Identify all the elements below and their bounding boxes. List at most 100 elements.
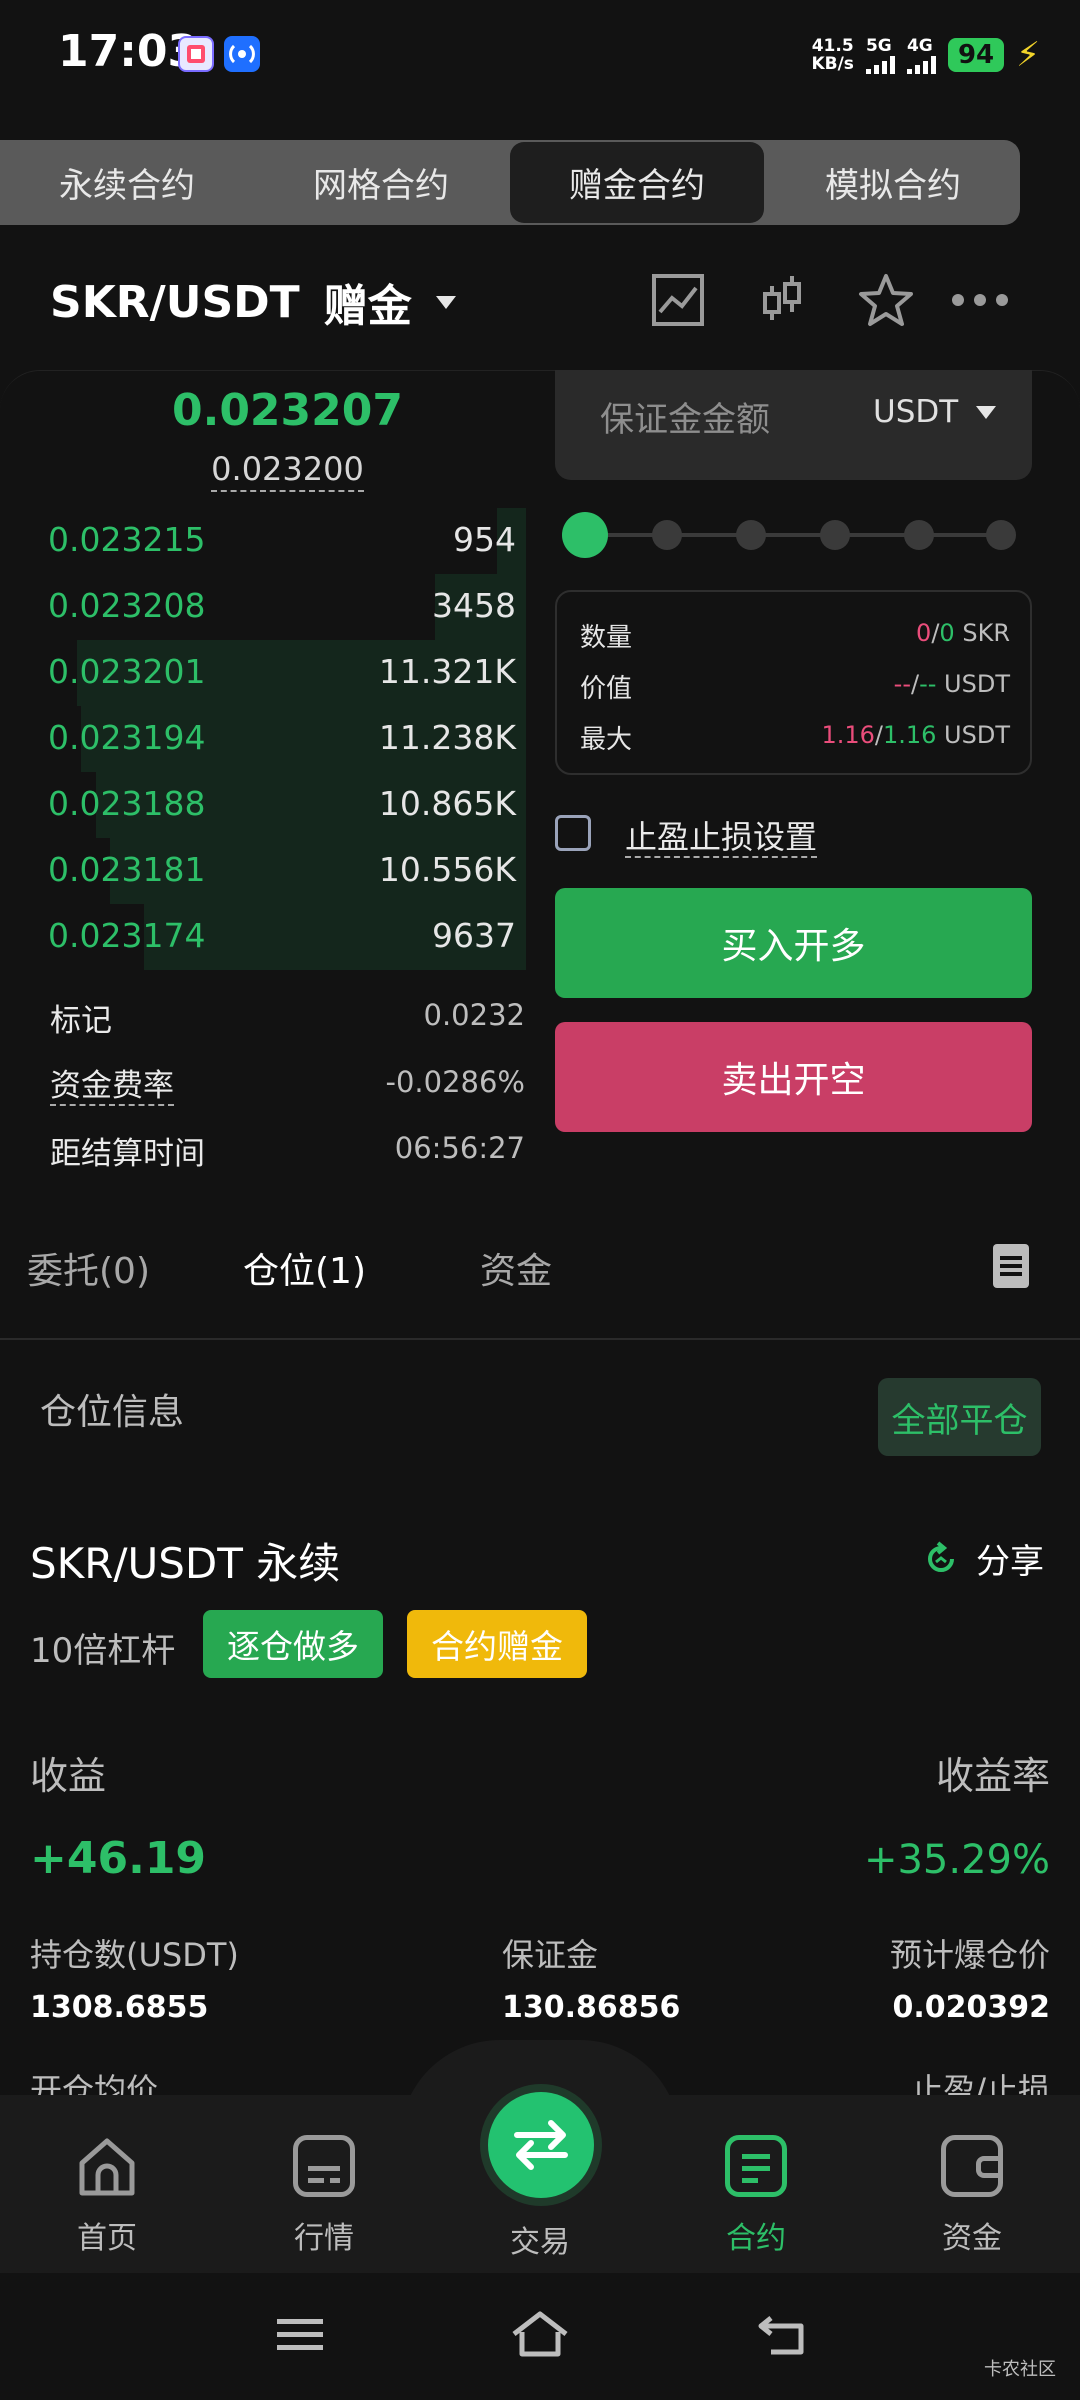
slider-step[interactable] [736,520,766,550]
liquidation-price-value: 0.020392 [892,1990,1050,2025]
signal-5g-icon: 5G [865,36,895,74]
liquidation-price-label: 预计爆仓价 [889,1936,1050,1974]
mark-price-label: 标记 [50,1003,112,1039]
book-price: 0.023208 [48,586,206,625]
slider-step[interactable] [904,520,934,550]
book-price: 0.023181 [48,850,206,889]
leverage-slider-track[interactable] [585,533,1005,537]
position-info-label: 仓位信息 [40,1392,185,1433]
leverage-label: 10倍杠杆 [30,1631,176,1671]
margin-placeholder: 保证金金额 [600,400,770,440]
order-book-row[interactable]: 0.023194 11.238K [48,706,526,772]
charging-icon: ⚡ [1016,35,1040,75]
settlement-time-value: 06:56:27 [394,1131,525,1165]
candlestick-icon[interactable] [752,270,812,330]
position-title: SKR/USDT 永续 [30,1539,341,1588]
share-icon [928,1540,954,1572]
trade-fab[interactable] [488,2092,594,2198]
value-value: --/-- USDT [893,670,1010,698]
book-qty: 11.321K [378,652,516,691]
slider-step[interactable] [652,520,682,550]
nav-trade-label[interactable]: 交易 [460,2217,620,2261]
divider [0,1338,1080,1340]
tp-sl-label[interactable]: 止盈止损设置 [625,812,818,858]
book-price: 0.023188 [48,784,206,823]
more-icon[interactable] [950,270,1010,330]
mark-price-value: 0.0232 [423,998,525,1032]
nav-home[interactable]: 首页 [27,2135,187,2257]
buy-long-button[interactable]: 买入开多 [555,888,1032,998]
last-price: 0.023207 [171,385,404,436]
order-book-row[interactable]: 0.023174 9637 [48,904,526,970]
contract-type-tabs: 永续合约 网格合约 赠金合约 模拟合约 [0,140,1020,225]
wallet-icon [941,2135,1003,2197]
back-icon[interactable] [752,2310,812,2360]
index-price[interactable]: 0.023200 [0,450,575,492]
settlement-time-label: 距结算时间 [50,1136,205,1172]
order-book-row[interactable]: 0.023215 954 [48,508,526,574]
max-label: 最大 [580,725,633,755]
close-all-button[interactable]: 全部平仓 [878,1378,1041,1456]
pair-tag: 赠金 [323,281,412,332]
position-size-value: 1308.6855 [30,1990,209,2025]
chart-icon[interactable] [648,270,708,330]
tab-assets[interactable]: 资金 [480,1242,552,1294]
nav-market[interactable]: 行情 [244,2135,404,2257]
margin-label: 保证金 [502,1936,599,1974]
book-qty: 11.238K [378,718,516,757]
share-button[interactable]: 分享 [922,1534,1044,1583]
system-home-icon[interactable] [510,2310,570,2360]
status-bar: 17:03 41.5 KB/s 5G 4G 94 ⚡ [0,0,1080,110]
margin-unit-selector[interactable]: USDT [873,394,997,430]
status-indicators: 41.5 KB/s 5G 4G 94 ⚡ [811,30,1040,80]
tab-positions[interactable]: 仓位(1) [243,1242,366,1294]
book-qty: 10.865K [378,784,516,823]
funding-rate-value: -0.0286% [385,1065,526,1099]
caret-down-icon [435,295,456,309]
market-icon [293,2135,355,2197]
book-price: 0.023215 [48,520,206,559]
nav-contract[interactable]: 合约 [676,2135,836,2257]
margin-value: 130.86856 [502,1990,681,2025]
qty-value: 0/0 SKR [916,619,1010,647]
order-book-row[interactable]: 0.023201 11.321K [48,640,526,706]
watermark: 卡农社区 [984,2359,1056,2380]
tab-demo[interactable]: 模拟合约 [766,140,1020,225]
order-book-row[interactable]: 0.023208 3458 [48,574,526,640]
max-value: 1.16/1.16 USDT [821,721,1010,749]
home-icon [76,2135,138,2197]
tab-perpetual[interactable]: 永续合约 [0,140,254,225]
slider-handle[interactable] [562,512,608,558]
tp-sl-checkbox[interactable] [555,815,591,851]
book-qty: 954 [453,520,516,559]
menu-icon[interactable] [270,2310,330,2360]
bonus-tag: 合约赠金 [407,1610,587,1678]
order-book-row[interactable]: 0.023188 10.865K [48,772,526,838]
tab-grid[interactable]: 网格合约 [254,140,508,225]
sell-short-button[interactable]: 卖出开空 [555,1022,1032,1132]
pnl-label: 收益 [30,1754,107,1798]
qty-label: 数量 [580,623,633,653]
list-icon[interactable] [993,1244,1029,1288]
order-book-row[interactable]: 0.023181 10.556K [48,838,526,904]
net-speed: 41.5 KB/s [811,36,854,74]
signal-4g-icon: 4G [906,36,936,74]
slider-step[interactable] [986,520,1016,550]
pnl-rate-label: 收益率 [935,1754,1050,1798]
pnl-rate-value: +35.29% [863,1837,1050,1883]
book-price: 0.023174 [48,916,206,955]
tab-bonus[interactable]: 赠金合约 [510,142,764,223]
pair-selector[interactable]: SKR/USDT 赠金 [50,270,456,334]
sticker-app-icon [178,36,214,72]
funding-rate-label[interactable]: 资金费率 [50,1060,174,1106]
book-price: 0.023201 [48,652,206,691]
star-icon[interactable] [856,270,916,330]
position-size-label: 持仓数(USDT) [30,1936,239,1974]
battery-icon: 94 [947,38,1005,72]
contract-icon [725,2135,787,2197]
book-qty: 10.556K [378,850,516,889]
caret-down-icon [976,405,997,419]
nav-assets[interactable]: 资金 [892,2135,1052,2257]
slider-step[interactable] [820,520,850,550]
tab-orders[interactable]: 委托(0) [27,1242,150,1294]
